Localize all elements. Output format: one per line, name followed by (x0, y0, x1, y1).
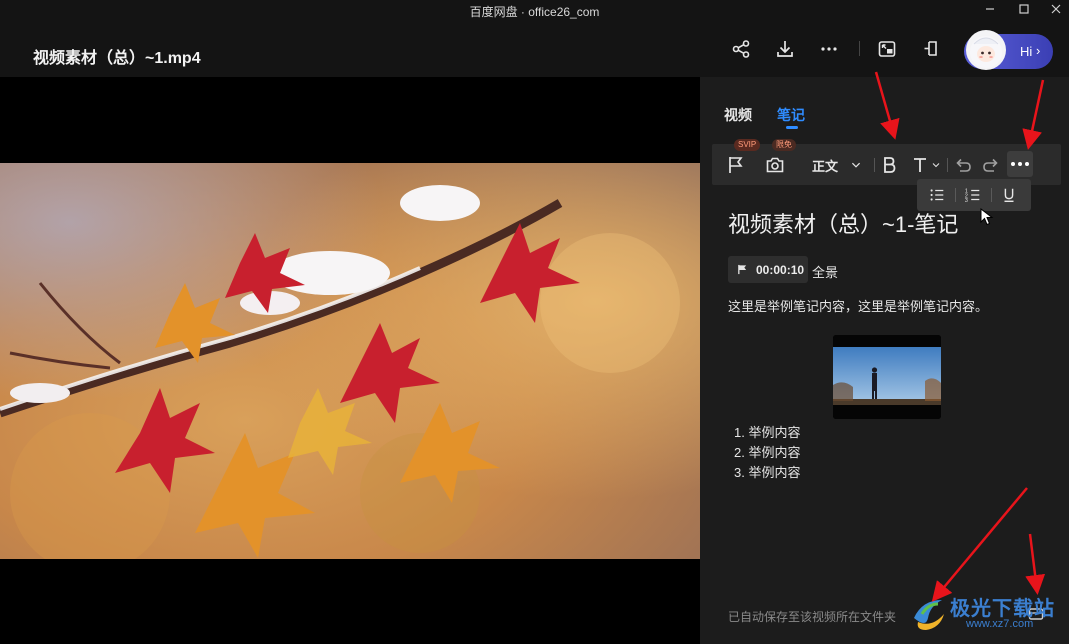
bold-button[interactable] (878, 152, 900, 178)
toolbar-divider (874, 158, 875, 172)
flag-button[interactable]: SVIP (724, 139, 761, 178)
chevron-right-icon: › (1036, 43, 1041, 58)
paragraph-style-select[interactable]: 正文 (807, 152, 867, 178)
redo-icon (983, 158, 998, 172)
header-divider (859, 41, 860, 56)
watermark-url: www.xz7.com (966, 618, 1034, 630)
numbered-list-icon[interactable]: 123 (961, 184, 985, 206)
picture-in-picture-icon[interactable] (874, 36, 900, 62)
timestamp-chip[interactable]: 00:00:10 (728, 256, 808, 283)
autosave-status: 已自动保存至该视频所在文件夹 (728, 610, 897, 624)
note-paragraph[interactable]: 这里是举例笔记内容，这里是举例笔记内容。 (728, 296, 988, 315)
list-item[interactable]: 2. 举例内容 (734, 443, 800, 463)
window-title: 百度网盘 · office26_com (469, 5, 600, 19)
camera-icon (766, 157, 784, 173)
bold-icon (884, 157, 896, 173)
assistant-button[interactable]: Hi › (964, 30, 1053, 70)
autumn-leaves-image (0, 163, 700, 559)
timestamp-value: 00:00:10 (756, 262, 805, 277)
assistant-avatar (966, 30, 1006, 70)
flag-icon (729, 157, 743, 173)
text-size-icon (914, 158, 926, 172)
chevron-down-icon (932, 163, 940, 168)
tab-video[interactable]: 视频 (724, 105, 752, 125)
video-player[interactable] (0, 77, 700, 644)
menu-divider (955, 188, 956, 202)
list-item[interactable]: 1. 举例内容 (734, 423, 800, 443)
note-screenshot-image[interactable] (833, 335, 941, 419)
video-frame[interactable] (0, 163, 700, 559)
undo-icon (956, 158, 971, 172)
notes-panel: 视频 笔记 SVIP 限免 正文 1 2 3 视频素材（总）~1-笔记 00:0… (700, 77, 1069, 644)
chevron-down-icon (851, 162, 861, 168)
undo-button[interactable] (952, 152, 974, 178)
more-icon[interactable] (816, 36, 842, 62)
svip-badge: SVIP (734, 139, 761, 151)
screenshot-button[interactable]: 限免 (762, 139, 796, 178)
app-window: 百度网盘 · office26_com 视频素材（总）~1.mp4 Hi › 视… (0, 0, 1069, 644)
note-list: 1. 举例内容 2. 举例内容 3. 举例内容 (734, 423, 800, 483)
menu-divider (991, 188, 992, 202)
flag-icon (738, 264, 747, 275)
tab-notes[interactable]: 笔记 (777, 105, 805, 125)
paragraph-style-value: 正文 (811, 158, 838, 174)
note-title[interactable]: 视频素材（总）~1-笔记 (728, 207, 958, 239)
title-bar: 百度网盘 · office26_com (0, 0, 1069, 20)
more-icon[interactable] (1007, 151, 1033, 177)
mouse-cursor-icon (980, 208, 994, 226)
toolbar-divider (947, 158, 948, 172)
video-title: 视频素材（总）~1.mp4 (33, 50, 201, 67)
watermark: 极光下载站 www.xz7.com (908, 588, 1068, 636)
assistant-label: Hi (1020, 44, 1033, 59)
download-icon[interactable] (772, 36, 798, 62)
text-size-button[interactable] (909, 152, 943, 178)
close-icon[interactable] (1041, 0, 1069, 18)
pin-icon[interactable] (919, 36, 945, 62)
timestamp-label: 全景 (812, 265, 839, 280)
share-icon[interactable] (728, 36, 754, 62)
maximize-icon[interactable] (1009, 0, 1039, 18)
watermark-text: 极光下载站 (950, 598, 1055, 620)
underline-icon[interactable] (997, 184, 1021, 206)
free-badge: 限免 (772, 139, 796, 151)
bulleted-list-icon[interactable] (925, 184, 949, 206)
redo-button[interactable] (980, 152, 1002, 178)
svg-text:3: 3 (965, 198, 968, 204)
minimize-icon[interactable] (975, 0, 1005, 18)
active-tab-indicator (786, 126, 798, 129)
list-item[interactable]: 3. 举例内容 (734, 463, 800, 483)
